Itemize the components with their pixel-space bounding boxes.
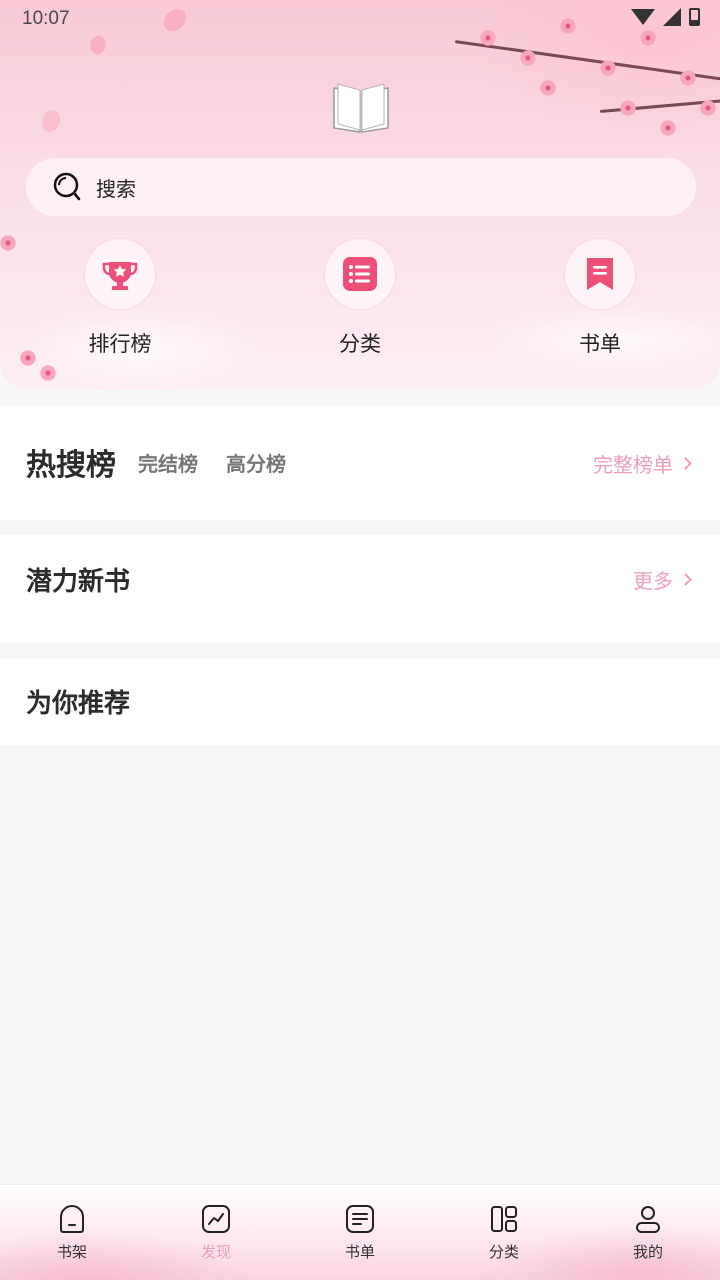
- open-book-icon: [333, 83, 389, 133]
- chevron-right-icon: [679, 573, 692, 586]
- bookmark-icon: [587, 258, 613, 290]
- status-icons: [631, 8, 700, 26]
- blossom-decoration: [560, 18, 576, 34]
- tab-high-score[interactable]: 高分榜: [226, 448, 286, 477]
- bottom-nav: 书架 发现 书单 分类 我的: [0, 1184, 720, 1280]
- recommend-section: 为你推荐: [0, 659, 720, 745]
- quick-actions: 排行榜 分类 书单: [0, 238, 720, 368]
- nav-label: 分类: [488, 1243, 519, 1261]
- section-title: 为你推荐: [26, 689, 131, 719]
- nav-item-profile[interactable]: 我的: [598, 1203, 698, 1262]
- blossom-decoration: [640, 30, 656, 46]
- blossom-decoration: [600, 60, 616, 76]
- blossom-decoration: [540, 80, 556, 96]
- tab-completed[interactable]: 完结榜: [138, 448, 198, 477]
- nav-label: 书架: [56, 1243, 87, 1261]
- signal-icon: [663, 8, 681, 26]
- petal-decoration: [87, 33, 109, 57]
- search-bar[interactable]: 搜索: [26, 158, 696, 216]
- blossom-decoration: [680, 70, 696, 86]
- search-icon: [53, 172, 81, 201]
- quick-action-label: 分类: [339, 332, 381, 356]
- more-label: 更多: [633, 569, 673, 593]
- quick-action-booklist[interactable]: 书单: [520, 238, 680, 358]
- booklist-icon: [346, 1205, 374, 1233]
- quick-action-ranking[interactable]: 排行榜: [40, 238, 200, 358]
- quick-action-label: 排行榜: [88, 332, 152, 356]
- petal-decoration: [160, 4, 190, 36]
- status-time: 10:07: [22, 8, 70, 29]
- quick-action-icon-bg: [84, 238, 156, 310]
- nav-label: 书单: [344, 1243, 375, 1261]
- blossom-decoration: [620, 100, 636, 116]
- nav-label: 发现: [200, 1243, 231, 1261]
- more-link[interactable]: 更多: [633, 565, 692, 594]
- full-ranking-link[interactable]: 完整榜单: [593, 449, 692, 478]
- nav-item-booklist[interactable]: 书单: [310, 1203, 410, 1262]
- quick-action-icon-bg: [324, 238, 396, 310]
- bookshelf-icon: [60, 1205, 84, 1233]
- nav-item-discover[interactable]: 发现: [166, 1203, 266, 1262]
- quick-action-category[interactable]: 分类: [280, 238, 440, 358]
- quick-action-icon-bg: [564, 238, 636, 310]
- blossom-decoration: [700, 100, 716, 116]
- chevron-right-icon: [679, 457, 692, 470]
- blossom-decoration: [520, 50, 536, 66]
- trophy-icon: [102, 262, 138, 290]
- quick-action-label: 书单: [579, 332, 621, 356]
- blossom-decoration: [660, 120, 676, 136]
- petal-decoration: [42, 110, 60, 132]
- category-grid-icon: [491, 1206, 517, 1232]
- nav-label: 我的: [632, 1243, 663, 1261]
- profile-icon: [636, 1206, 660, 1233]
- hot-search-section: 热搜榜 完结榜 高分榜 完整榜单: [0, 406, 720, 520]
- blossom-decoration: [480, 30, 496, 46]
- header-banner: 10:07 搜索 排行榜 分类 书单: [0, 0, 720, 390]
- wifi-icon: [631, 9, 655, 25]
- discover-chart-icon: [202, 1205, 230, 1233]
- search-placeholder: 搜索: [96, 176, 136, 201]
- new-books-section: 潜力新书 更多: [0, 535, 720, 643]
- category-list-icon: [343, 257, 377, 291]
- section-title: 潜力新书: [26, 567, 131, 597]
- battery-icon: [689, 8, 700, 26]
- nav-item-bookshelf[interactable]: 书架: [22, 1203, 122, 1262]
- section-title[interactable]: 热搜榜: [26, 440, 116, 484]
- full-ranking-label: 完整榜单: [593, 453, 673, 477]
- nav-item-category[interactable]: 分类: [454, 1203, 554, 1262]
